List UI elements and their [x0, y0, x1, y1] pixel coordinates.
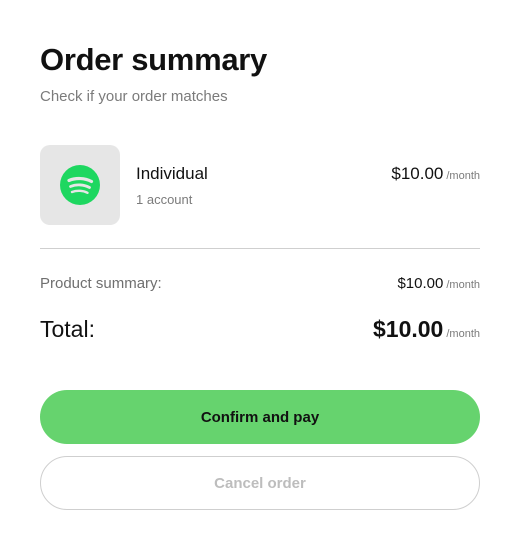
product-summary-price: $10.00/month — [397, 274, 480, 295]
product-price-amount: $10.00 — [391, 164, 444, 183]
product-price: $10.00/month — [391, 163, 480, 187]
product-thumbnail — [40, 145, 120, 225]
product-price-period: /month — [446, 170, 480, 182]
total-amount: $10.00 — [373, 316, 444, 342]
product-summary-row: Product summary: $10.00/month — [40, 274, 480, 294]
total-label: Total: — [40, 316, 95, 342]
order-summary-card: Order summary Check if your order matche… — [40, 0, 480, 550]
confirm-and-pay-button[interactable]: Confirm and pay — [40, 390, 480, 444]
product-summary-period: /month — [446, 279, 480, 291]
page-subtitle: Check if your order matches — [40, 88, 228, 105]
divider — [40, 248, 480, 249]
spotify-logo-icon — [60, 165, 100, 205]
cancel-order-button[interactable]: Cancel order — [40, 456, 480, 510]
total-price: $10.00/month — [373, 314, 480, 349]
total-period: /month — [446, 328, 480, 340]
total-row: Total: $10.00/month — [40, 314, 480, 344]
page-title: Order summary — [40, 42, 267, 77]
product-summary-label: Product summary: — [40, 275, 162, 292]
product-summary-amount: $10.00 — [397, 275, 444, 292]
product-name: Individual — [136, 164, 208, 183]
product-detail: 1 account — [136, 192, 193, 207]
product-item: Individual 1 account $10.00/month — [40, 145, 480, 225]
